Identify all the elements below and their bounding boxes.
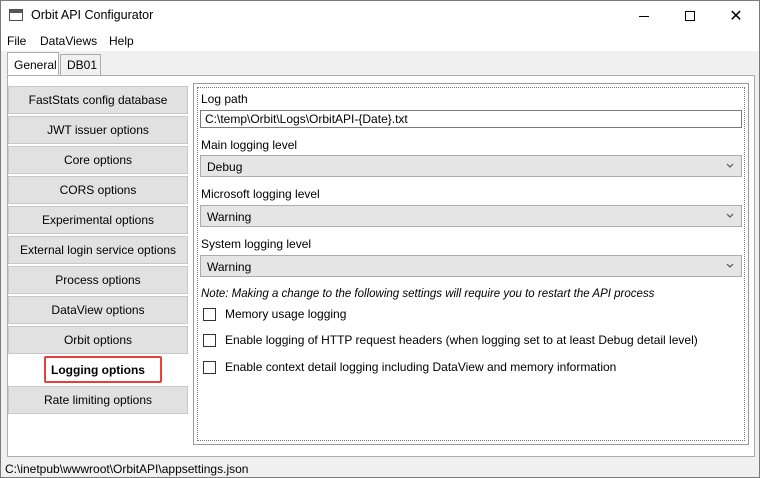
http-request-headers-logging-label: Enable logging of HTTP request headers (… xyxy=(225,333,698,347)
app-window-icon xyxy=(9,9,23,21)
title-bar[interactable]: Orbit API Configurator ✕ xyxy=(1,1,759,31)
nav-rate-limiting-options[interactable]: Rate limiting options xyxy=(8,386,188,414)
system-logging-level-select[interactable]: Warning xyxy=(200,255,742,277)
menu-help[interactable]: Help xyxy=(109,34,134,48)
status-bar-path: C:\inetpub\wwwroot\OrbitAPI\appsettings.… xyxy=(5,462,249,476)
menu-bar: File DataViews Help xyxy=(1,31,759,51)
microsoft-logging-level-select[interactable]: Warning xyxy=(200,205,742,227)
main-logging-level-select[interactable]: Debug xyxy=(200,155,742,177)
restart-note: Note: Making a change to the following s… xyxy=(201,288,655,300)
context-detail-logging-checkbox[interactable] xyxy=(203,360,216,374)
context-detail-logging-label: Enable context detail logging including … xyxy=(225,360,617,374)
tab-general[interactable]: General xyxy=(7,52,59,75)
nav-dataview-options[interactable]: DataView options xyxy=(8,296,188,324)
window-title: Orbit API Configurator xyxy=(31,8,154,22)
maximize-icon xyxy=(685,11,695,21)
nav-jwt-issuer-options[interactable]: JWT issuer options xyxy=(8,116,188,144)
tab-db01[interactable]: DB01 xyxy=(60,54,101,76)
menu-dataviews[interactable]: DataViews xyxy=(40,34,97,48)
nav-logging-options[interactable]: Logging options xyxy=(8,356,188,384)
nav-experimental-options[interactable]: Experimental options xyxy=(8,206,188,234)
http-request-headers-logging-checkbox[interactable] xyxy=(203,333,216,347)
system-logging-level-label: System logging level xyxy=(201,237,312,251)
context-detail-logging-row[interactable]: Enable context detail logging including … xyxy=(203,360,616,374)
app-window: Orbit API Configurator ✕ File DataViews … xyxy=(0,0,760,478)
main-logging-level-label: Main logging level xyxy=(201,138,298,152)
nav-core-options[interactable]: Core options xyxy=(8,146,188,174)
chevron-down-icon xyxy=(726,213,734,218)
microsoft-logging-level-label: Microsoft logging level xyxy=(201,187,320,201)
system-logging-level-value: Warning xyxy=(207,260,252,274)
log-path-label: Log path xyxy=(201,92,248,106)
chevron-down-icon xyxy=(726,163,734,168)
memory-usage-logging-checkbox[interactable] xyxy=(203,307,216,321)
minimize-icon xyxy=(639,15,649,17)
microsoft-logging-level-value: Warning xyxy=(207,210,252,224)
minimize-button[interactable] xyxy=(621,1,667,31)
close-icon: ✕ xyxy=(729,8,743,25)
memory-usage-logging-row[interactable]: Memory usage logging xyxy=(203,307,346,321)
nav-external-login-service-options[interactable]: External login service options xyxy=(8,236,188,264)
memory-usage-logging-label: Memory usage logging xyxy=(225,307,347,321)
menu-file[interactable]: File xyxy=(7,34,26,48)
maximize-button[interactable] xyxy=(667,1,713,31)
close-button[interactable]: ✕ xyxy=(713,1,759,31)
nav-process-options[interactable]: Process options xyxy=(8,266,188,294)
http-request-headers-logging-row[interactable]: Enable logging of HTTP request headers (… xyxy=(203,333,698,347)
nav-cors-options[interactable]: CORS options xyxy=(8,176,188,204)
nav-faststats-config-database[interactable]: FastStats config database xyxy=(8,86,188,114)
log-path-input[interactable]: C:\temp\Orbit\Logs\OrbitAPI-{Date}.txt xyxy=(200,110,742,128)
nav-orbit-options[interactable]: Orbit options xyxy=(8,326,188,354)
chevron-down-icon xyxy=(726,263,734,268)
main-logging-level-value: Debug xyxy=(207,160,243,174)
